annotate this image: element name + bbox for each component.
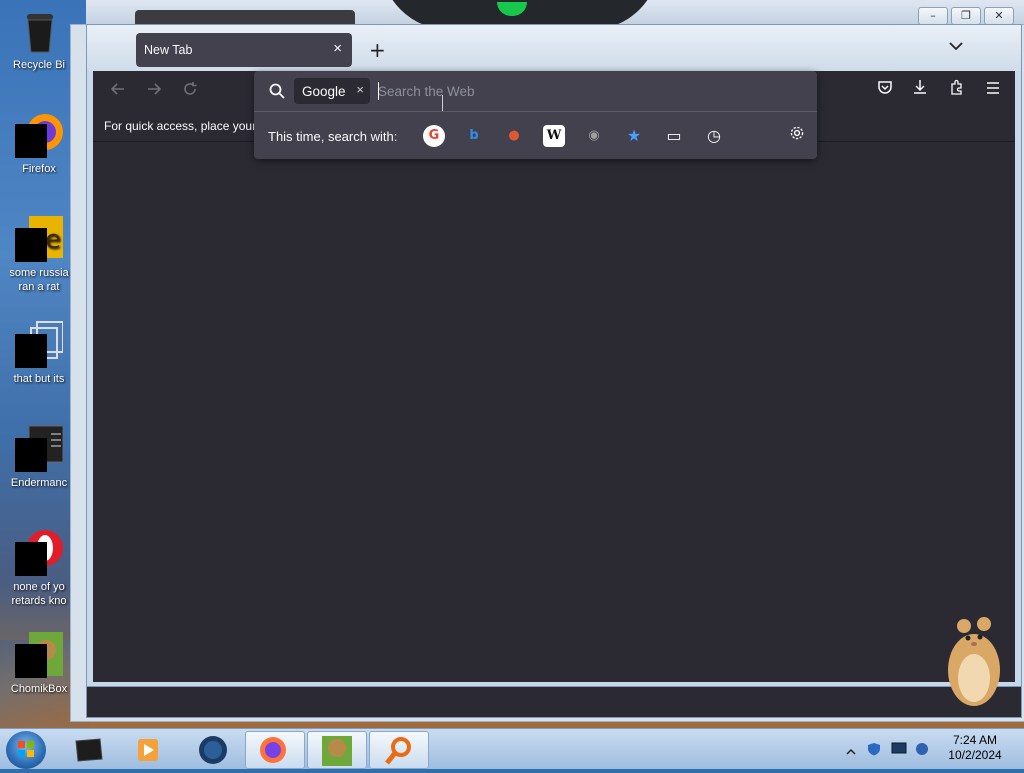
desktop-icon-recycle-bin[interactable]: Recycle Bi bbox=[0, 6, 78, 72]
bg-minimize-button[interactable]: – bbox=[918, 7, 948, 25]
desktop-icon-firefox[interactable]: Firefox bbox=[0, 110, 78, 176]
bookmarks-engine-icon[interactable]: ★ bbox=[623, 125, 645, 147]
url-search-input[interactable] bbox=[378, 80, 798, 102]
search-icon bbox=[268, 82, 286, 100]
taskbar-app-1[interactable] bbox=[60, 731, 118, 767]
tab-new-tab[interactable]: New Tab × bbox=[136, 33, 352, 67]
pocket-icon bbox=[878, 81, 892, 94]
tab-title: New Tab bbox=[144, 43, 193, 57]
search-engine-chip[interactable]: Google × bbox=[294, 78, 370, 104]
taskbar: 7:24 AM 10/2/2024 bbox=[0, 728, 1024, 769]
hamster-pet-image bbox=[940, 608, 1004, 708]
globe-icon bbox=[199, 736, 227, 764]
desktop-icon-label: Recycle Bi bbox=[13, 59, 65, 71]
taskbar-search-app[interactable] bbox=[369, 731, 429, 769]
start-button[interactable] bbox=[6, 731, 46, 769]
show-hidden-icons-button[interactable] bbox=[846, 742, 860, 756]
magnifier-icon bbox=[385, 737, 411, 765]
desktop-icon-label: ChomikBox bbox=[10, 683, 68, 695]
desktop-icon-opera[interactable]: none of yo retards kno bbox=[0, 528, 78, 608]
search-settings-button[interactable] bbox=[787, 125, 807, 145]
search-shortcuts-label: This time, search with: bbox=[268, 129, 398, 144]
back-button[interactable] bbox=[110, 81, 126, 101]
tab-bar: New Tab × + bbox=[87, 25, 1021, 71]
taskbar-globe-app[interactable] bbox=[184, 731, 242, 767]
file-icon: e bbox=[15, 214, 63, 262]
taskbar-media-player[interactable] bbox=[118, 731, 176, 767]
bg-close-button[interactable]: ✕ bbox=[984, 7, 1014, 25]
reload-button[interactable] bbox=[182, 81, 198, 101]
bing-engine-icon[interactable]: b bbox=[463, 125, 485, 147]
opera-icon bbox=[15, 528, 63, 576]
reload-icon bbox=[184, 82, 197, 95]
forward-button[interactable] bbox=[146, 81, 162, 101]
chip-remove-icon[interactable]: × bbox=[356, 82, 364, 97]
pocket-button[interactable] bbox=[875, 79, 895, 99]
downloads-button[interactable] bbox=[910, 79, 930, 99]
chevron-down-icon bbox=[949, 42, 963, 51]
search-engine-icon[interactable]: ◉ bbox=[583, 125, 605, 147]
desktop-icon-that-but-its[interactable]: that but its bbox=[0, 320, 78, 386]
window-bottom-strip bbox=[86, 686, 1022, 718]
chomikbox-icon bbox=[15, 630, 63, 678]
download-icon bbox=[914, 80, 926, 94]
desktop-icon-label: that but its bbox=[13, 373, 65, 385]
search-engine-name: Google bbox=[302, 84, 346, 99]
taskbar-firefox[interactable] bbox=[245, 731, 305, 769]
chomikbox-icon bbox=[322, 736, 352, 766]
desktop-icon-label: some russia ran a rat bbox=[9, 267, 69, 293]
puzzle-icon bbox=[951, 79, 962, 95]
desktop-icon-chomikbox[interactable]: ChomikBox bbox=[0, 630, 78, 696]
gear-icon bbox=[790, 126, 804, 140]
taskbar-chomikbox[interactable] bbox=[307, 731, 367, 769]
firefox-icon bbox=[15, 110, 63, 158]
menu-button[interactable] bbox=[983, 79, 1003, 99]
arrow-left-icon bbox=[110, 83, 124, 95]
tray-security-icon[interactable] bbox=[867, 741, 881, 756]
windows-logo-icon bbox=[18, 741, 34, 757]
desktop-icon-label: none of yo retards kno bbox=[11, 581, 67, 607]
copy-icon bbox=[15, 320, 64, 368]
extensions-button[interactable] bbox=[947, 79, 967, 99]
search-shortcuts-row: This time, search with: G b ● W ◉ ★ ▭ ◷ bbox=[254, 111, 817, 159]
clock-time: 7:24 AM bbox=[952, 733, 998, 747]
firefox-icon bbox=[260, 737, 286, 763]
box-app-icon bbox=[75, 738, 103, 762]
page-content[interactable] bbox=[93, 141, 1015, 682]
desktop-icon-russia[interactable]: e some russia ran a rat bbox=[0, 214, 78, 294]
wikipedia-engine-icon[interactable]: W bbox=[543, 125, 565, 147]
mouse-ibeam-cursor bbox=[442, 95, 445, 111]
system-clock[interactable]: 7:24 AM 10/2/2024 bbox=[940, 733, 1010, 763]
text-caret bbox=[378, 82, 379, 100]
bookmarks-empty-hint: For quick access, place your l bbox=[104, 119, 263, 133]
hamburger-menu-icon bbox=[987, 82, 999, 94]
bg-maximize-button[interactable]: ❐ bbox=[951, 7, 981, 25]
svg-text:e: e bbox=[45, 225, 61, 255]
google-engine-icon[interactable]: G bbox=[423, 125, 445, 147]
duckduckgo-engine-icon[interactable]: ● bbox=[503, 125, 525, 147]
new-tab-button[interactable]: + bbox=[369, 38, 386, 62]
desktop-icon-endermanch[interactable]: Endermanc bbox=[0, 424, 78, 490]
history-engine-icon[interactable]: ◷ bbox=[703, 125, 725, 147]
tab-close-icon[interactable]: × bbox=[333, 40, 342, 57]
urlbar: Google × bbox=[254, 71, 817, 112]
clock-date: 10/2/2024 bbox=[948, 748, 1002, 762]
desktop-icon-label: Endermanc bbox=[10, 477, 68, 489]
tray-volume-icon[interactable] bbox=[914, 741, 928, 755]
tray-network-icon[interactable] bbox=[891, 741, 907, 755]
list-all-tabs-button[interactable] bbox=[949, 39, 963, 55]
app-icon bbox=[15, 424, 64, 472]
urlbar-dropdown: Google × This time, search with: G b ● W… bbox=[254, 71, 817, 159]
chevron-up-icon bbox=[846, 748, 856, 755]
recycle-bin-icon bbox=[15, 6, 63, 54]
arrow-right-icon bbox=[148, 83, 162, 95]
desktop-icon-label: Firefox bbox=[22, 163, 56, 175]
media-player-icon bbox=[138, 739, 158, 761]
tabs-engine-icon[interactable]: ▭ bbox=[663, 125, 685, 147]
